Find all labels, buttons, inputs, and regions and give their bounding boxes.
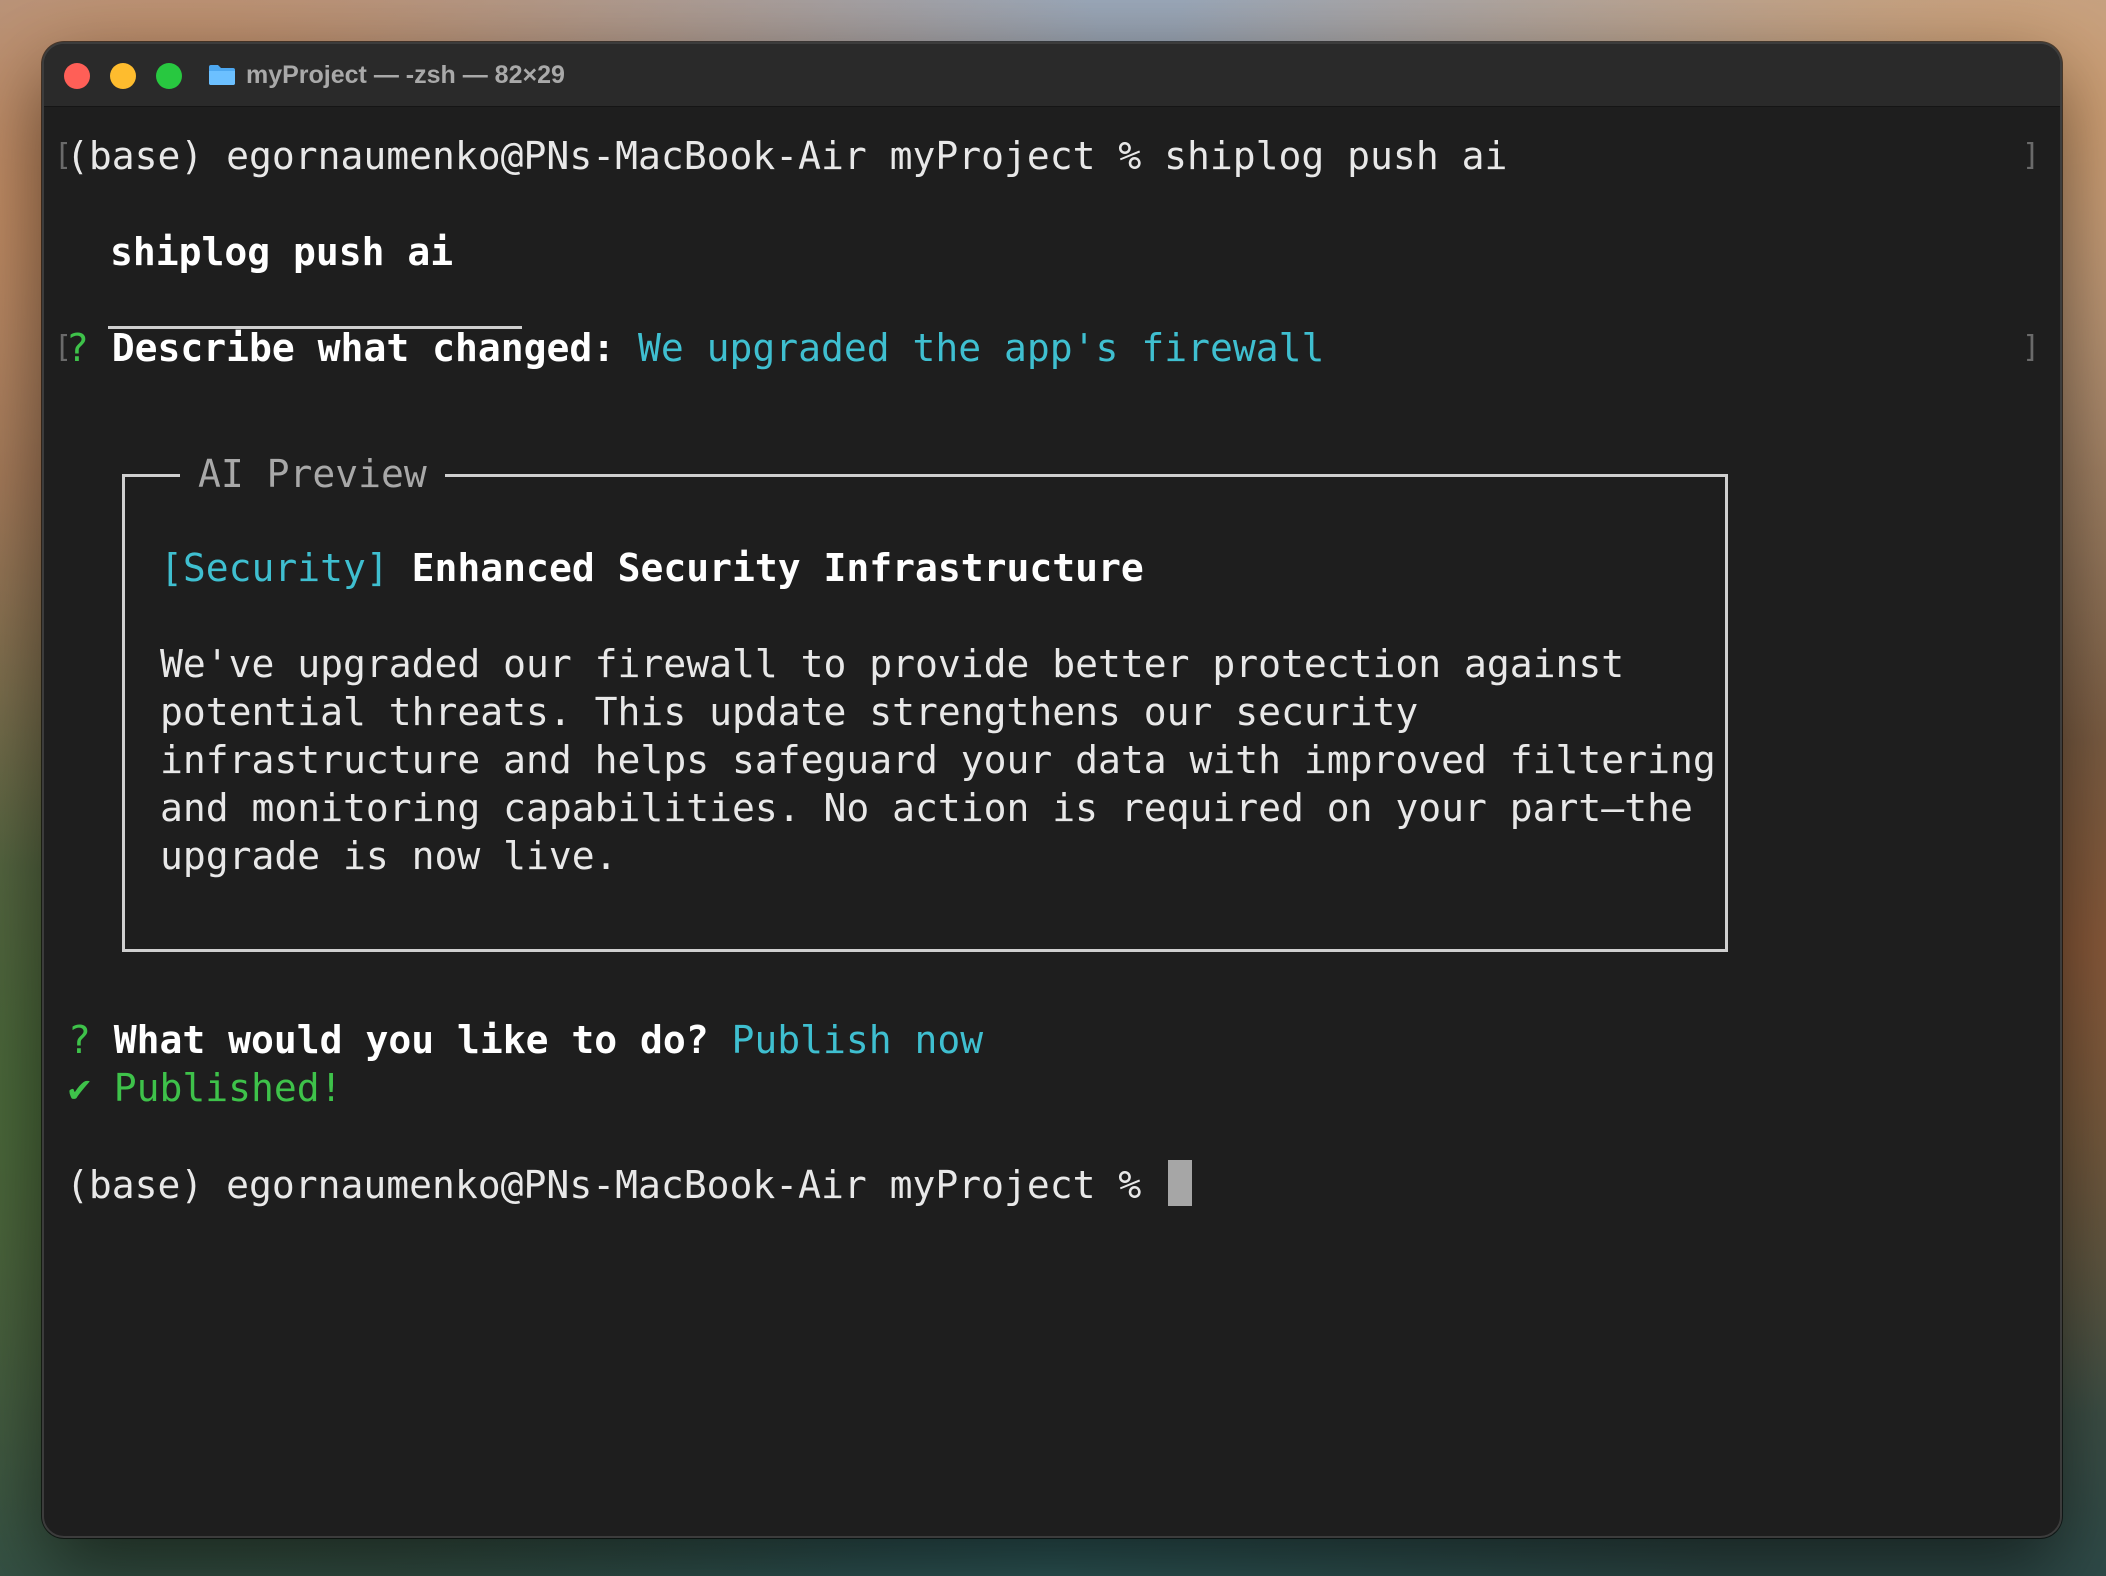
final-prompt-line[interactable]: (base) egornaumenko@PNs-MacBook-Air myPr… bbox=[66, 1160, 1193, 1209]
action-answer: Publish now bbox=[731, 1018, 984, 1062]
cursor bbox=[1168, 1160, 1193, 1206]
question-mark-icon: ? bbox=[66, 326, 89, 370]
minimize-button[interactable] bbox=[110, 63, 136, 89]
prompt-text: (base) egornaumenko@PNs-MacBook-Air myPr… bbox=[66, 134, 1142, 178]
action-question: What would you like to do? bbox=[113, 1018, 709, 1062]
window-title-group: myProject — -zsh — 82×29 bbox=[208, 60, 565, 90]
ai-preview-label: AI Preview bbox=[180, 450, 445, 498]
mark-bracket-right: ] bbox=[2021, 138, 2040, 173]
describe-question: Describe what changed: bbox=[111, 326, 616, 370]
published-line: ✔ Published! bbox=[68, 1064, 343, 1112]
terminal-window[interactable]: myProject — -zsh — 82×29 [ (base) egorna… bbox=[42, 42, 2062, 1538]
describe-question-line: ? Describe what changed: We upgraded the… bbox=[66, 324, 1324, 372]
describe-answer: We upgraded the app's firewall bbox=[638, 326, 1325, 370]
title-bar[interactable]: myProject — -zsh — 82×29 bbox=[44, 44, 2060, 107]
close-button[interactable] bbox=[64, 63, 90, 89]
action-question-line: ? What would you like to do? Publish now bbox=[68, 1016, 983, 1064]
question-mark-icon: ? bbox=[68, 1018, 91, 1062]
checkmark-icon: ✔ bbox=[68, 1066, 91, 1110]
shiplog-header: shiplog push ai bbox=[110, 230, 454, 274]
folder-icon bbox=[208, 64, 236, 86]
preview-tag: [Security] bbox=[160, 546, 389, 590]
zoom-button[interactable] bbox=[156, 63, 182, 89]
preview-title-line: [Security] Enhanced Security Infrastruct… bbox=[160, 544, 1144, 592]
preview-title: Enhanced Security Infrastructure bbox=[411, 546, 1144, 590]
command-text: shiplog push ai bbox=[1164, 134, 1508, 178]
terminal-content[interactable]: [ (base) egornaumenko@PNs-MacBook-Air my… bbox=[44, 106, 2060, 1536]
command-line: (base) egornaumenko@PNs-MacBook-Air myPr… bbox=[66, 132, 1507, 180]
final-prompt-text: (base) egornaumenko@PNs-MacBook-Air myPr… bbox=[66, 1163, 1142, 1207]
preview-body: We've upgraded our firewall to provide b… bbox=[160, 642, 1739, 878]
mark-bracket-right: ] bbox=[2021, 330, 2040, 365]
window-title: myProject — -zsh — 82×29 bbox=[246, 60, 565, 89]
published-text: Published! bbox=[113, 1066, 343, 1110]
